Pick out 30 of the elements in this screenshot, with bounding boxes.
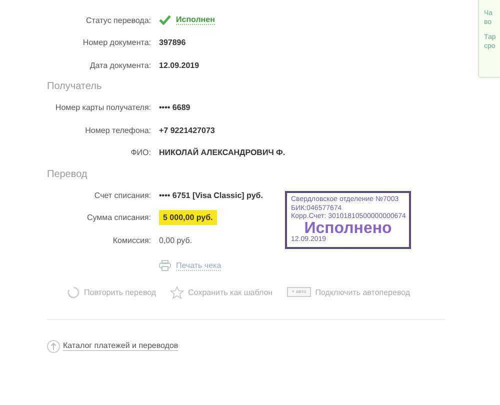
field-label: Сумма списания: [86, 213, 152, 222]
field-label: Номер документа: [82, 38, 152, 48]
field-value: 0,00 руб. [159, 236, 192, 245]
section-title: Получатель [47, 80, 103, 94]
field-value: •••• 6751 [Visa Classic] руб. [159, 190, 263, 200]
field-value: 397896 [159, 38, 186, 48]
field-label: Номер карты получателя: [54, 103, 152, 112]
field-label: Комиссия: [112, 236, 152, 245]
section-title: Перевод [47, 168, 88, 182]
status-value: Исполнен [176, 15, 215, 26]
field-label: Номер телефона: [84, 126, 152, 135]
amount-value: 5 000,00 руб. [159, 210, 217, 226]
action-link[interactable]: Подключить автоперевод [315, 288, 410, 296]
stamp-status: Исполнено [304, 222, 393, 236]
field-label: Счет списания: [93, 190, 152, 200]
field-label: Статус перевода: [85, 16, 152, 25]
refresh-icon [67, 286, 80, 298]
field-value: НИКОЛАЙ АЛЕКСАНДРОВИЧ Ф. [159, 148, 286, 158]
check-icon [159, 15, 171, 26]
print-receipt-link[interactable]: Печать чека [176, 260, 222, 270]
field-value: •••• 6689 [159, 103, 190, 112]
star-icon [170, 286, 184, 298]
action-link[interactable]: Сохранить как шаблон [188, 288, 273, 296]
field-label: ФИО: [130, 148, 152, 158]
field-value: +7 9221427073 [159, 126, 215, 135]
printer-icon [159, 260, 171, 271]
field-value: 12.09.2019 [159, 60, 200, 70]
field-label: Дата документа: [88, 60, 152, 70]
catalog-link[interactable]: Каталог платежей и переводов [63, 341, 178, 351]
action-link[interactable]: Повторить перевод [84, 288, 156, 296]
